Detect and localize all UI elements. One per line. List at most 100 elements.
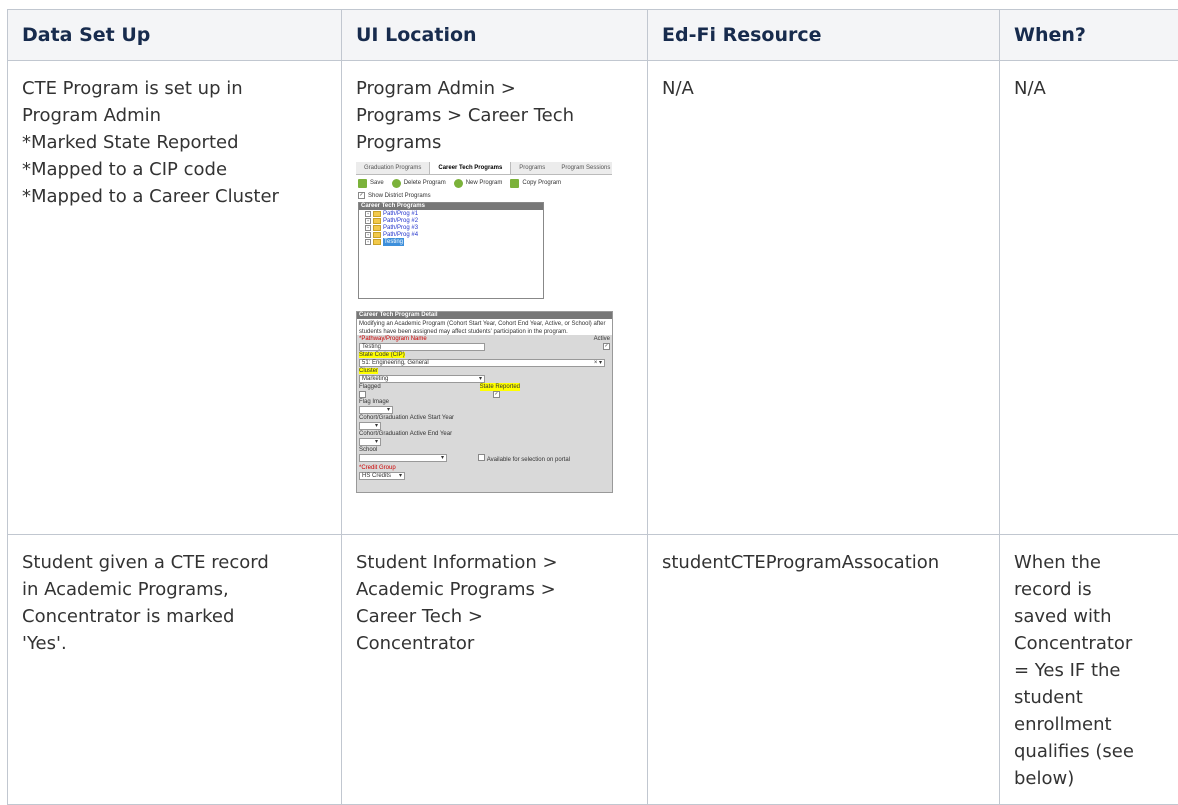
copy-icon: [510, 179, 519, 188]
portal-option[interactable]: Available for selection on portal: [478, 454, 570, 464]
cell-text: Concentrator: [1014, 630, 1173, 657]
chevron-down-icon: ▾: [387, 407, 390, 413]
program-detail-panel: Career Tech Program Detail Modifying an …: [356, 311, 613, 493]
state-reported-checkbox[interactable]: ✓: [493, 391, 500, 398]
folder-icon: [373, 218, 381, 224]
state-code-value: 51: Engineering, General: [362, 360, 429, 366]
save-icon: [358, 179, 367, 188]
delete-icon: [392, 179, 401, 188]
flag-image-label: Flag Image: [357, 398, 612, 406]
tree-item-label: Testing: [383, 238, 404, 246]
new-program-button[interactable]: New Program: [454, 179, 503, 188]
cell-when: N/A: [1000, 61, 1178, 535]
cell-text: Career Tech >: [356, 603, 633, 630]
credit-group-label: *Credit Group: [357, 464, 612, 472]
cell-text: below): [1014, 765, 1173, 792]
cell-text: CTE Program is set up in: [22, 75, 327, 102]
header-when: When?: [1000, 10, 1178, 61]
cell-text: *Marked State Reported: [22, 129, 327, 156]
copy-program-button[interactable]: Copy Program: [510, 179, 561, 188]
cell-ui-location: Program Admin > Programs > Career Tech P…: [342, 61, 648, 535]
end-year-select[interactable]: ▾: [359, 438, 381, 446]
chevron-down-icon: ▾: [479, 376, 482, 382]
start-year-label: Cohort/Graduation Active Start Year: [357, 414, 612, 422]
expand-icon[interactable]: +: [365, 211, 371, 217]
tree-item-selected[interactable]: + Testing: [359, 238, 543, 245]
chevron-down-icon: ▾: [441, 455, 444, 461]
tab-program-sessions[interactable]: Program Sessions: [553, 162, 618, 174]
cell-text: 'Yes'.: [22, 630, 327, 657]
cell-text: student: [1014, 684, 1173, 711]
flag-image-select[interactable]: ▾: [359, 406, 393, 414]
cell-data-set-up: CTE Program is set up in Program Admin *…: [8, 61, 342, 535]
state-code-select[interactable]: 51: Engineering, General × ▾: [359, 359, 605, 367]
expand-icon[interactable]: +: [365, 239, 371, 245]
state-reported-label: State Reported: [480, 383, 520, 391]
tab-graduation-programs[interactable]: Graduation Programs: [356, 162, 429, 174]
program-name-label: *Pathway/Program Name: [359, 335, 427, 343]
school-select[interactable]: ▾: [359, 454, 447, 462]
cell-text: Academic Programs >: [356, 576, 633, 603]
credit-group-value: HS Credits: [362, 473, 391, 479]
save-button[interactable]: Save: [358, 179, 384, 188]
active-checkbox[interactable]: ✓: [603, 343, 610, 350]
expand-icon[interactable]: +: [365, 232, 371, 238]
school-row: ▾ Available for selection on portal: [357, 454, 612, 464]
end-year-label: Cohort/Graduation Active End Year: [357, 430, 612, 438]
name-row: *Pathway/Program Name Active: [357, 335, 612, 343]
checkbox-checked-icon[interactable]: ✓: [358, 192, 365, 199]
flagged-input-row: ✓: [357, 391, 612, 398]
cell-text: Programs > Career Tech: [356, 102, 633, 129]
table-row: CTE Program is set up in Program Admin *…: [8, 61, 1178, 535]
table-row: Student given a CTE record in Academic P…: [8, 535, 1178, 805]
cell-when: When the record is saved with Concentrat…: [1000, 535, 1178, 805]
tab-career-tech-programs[interactable]: Career Tech Programs: [429, 162, 511, 174]
start-year-select[interactable]: ▾: [359, 422, 381, 430]
new-label: New Program: [466, 179, 503, 187]
detail-title: Career Tech Program Detail: [357, 312, 612, 319]
credit-group-select[interactable]: HS Credits ▾: [359, 472, 405, 480]
embedded-screenshot: Graduation Programs Career Tech Programs…: [356, 162, 612, 493]
cell-text: N/A: [662, 75, 985, 102]
header-data-set-up: Data Set Up: [8, 10, 342, 61]
program-tree: Career Tech Programs + Path/Prog #1 + Pa…: [358, 202, 544, 299]
detail-warning: Modifying an Academic Program (Cohort St…: [357, 319, 612, 335]
portal-checkbox[interactable]: [478, 454, 485, 461]
flagged-label: Flagged: [359, 383, 381, 391]
cell-ed-fi-resource: studentCTEProgramAssocation: [648, 535, 1000, 805]
cluster-select[interactable]: Marketing ▾: [359, 375, 485, 383]
tab-programs[interactable]: Programs: [511, 162, 553, 174]
folder-icon: [373, 239, 381, 245]
cell-text: in Academic Programs,: [22, 576, 327, 603]
header-ui-location: UI Location: [342, 10, 648, 61]
cell-text: Programs: [356, 129, 633, 156]
expand-icon[interactable]: +: [365, 218, 371, 224]
cell-text: = Yes IF the: [1014, 657, 1173, 684]
document-page: Data Set Up UI Location Ed-Fi Resource W…: [0, 0, 1178, 804]
cell-text: Student Information >: [356, 549, 633, 576]
portal-label: Available for selection on portal: [487, 457, 570, 463]
data-setup-table: Data Set Up UI Location Ed-Fi Resource W…: [7, 9, 1178, 805]
cell-text: *Mapped to a Career Cluster: [22, 183, 327, 210]
save-label: Save: [370, 179, 384, 187]
cell-text: When the: [1014, 549, 1173, 576]
cell-text: record is: [1014, 576, 1173, 603]
clear-icon[interactable]: × ▾: [594, 360, 602, 366]
delete-program-button[interactable]: Delete Program: [392, 179, 446, 188]
cell-text: enrollment: [1014, 711, 1173, 738]
cell-text: Program Admin >: [356, 75, 633, 102]
expand-icon[interactable]: +: [365, 225, 371, 231]
program-toolbar: Save Delete Program New Program: [356, 175, 612, 191]
cluster-value: Marketing: [362, 376, 388, 382]
header-ed-fi-resource: Ed-Fi Resource: [648, 10, 1000, 61]
cell-text: Program Admin: [22, 102, 327, 129]
program-tabs: Graduation Programs Career Tech Programs…: [356, 162, 612, 175]
cell-text: Concentrator: [356, 630, 633, 657]
delete-label: Delete Program: [404, 179, 446, 187]
program-name-input[interactable]: Testing: [359, 343, 485, 351]
cell-text: Student given a CTE record: [22, 549, 327, 576]
show-district-programs[interactable]: ✓ Show District Programs: [356, 191, 612, 200]
cell-text: *Mapped to a CIP code: [22, 156, 327, 183]
flagged-checkbox[interactable]: [359, 391, 366, 398]
chevron-down-icon: ▾: [399, 473, 402, 479]
